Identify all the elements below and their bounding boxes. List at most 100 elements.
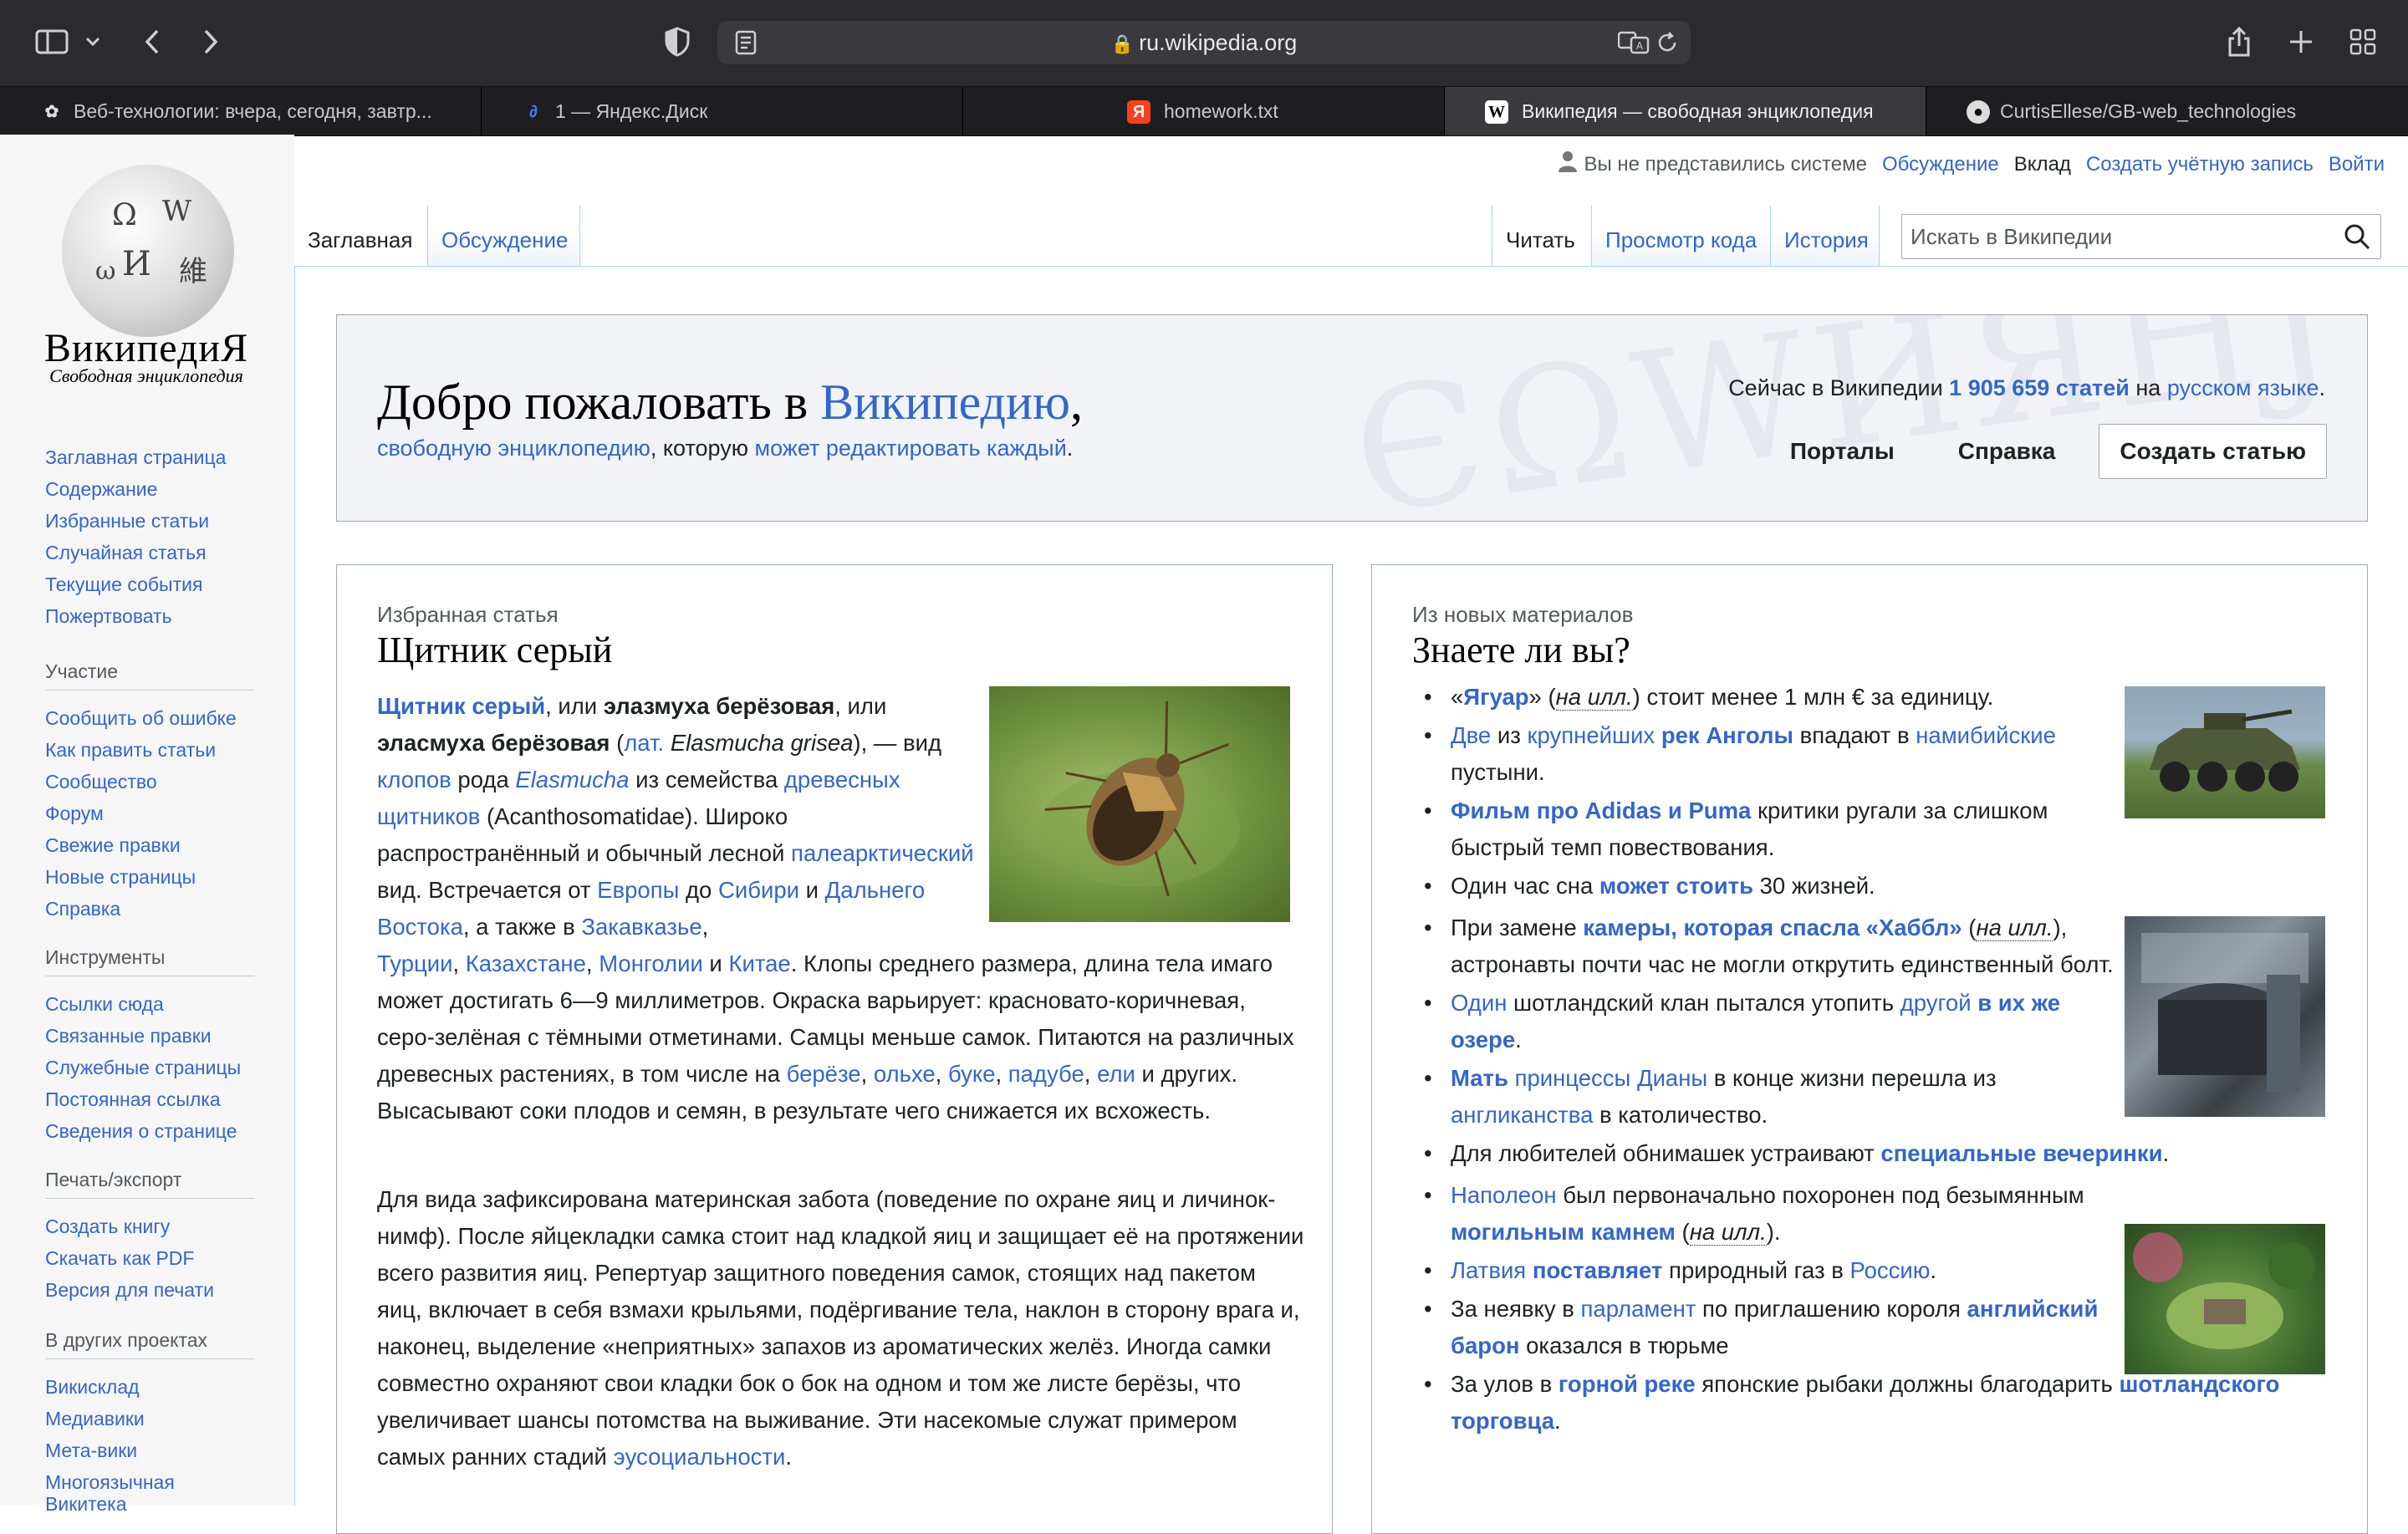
not-logged-in-text: Вы не представились системе	[1584, 152, 1867, 176]
featured-kicker: Избранная статья	[377, 602, 559, 627]
tab-main-page[interactable]: Заглавная	[294, 206, 428, 266]
tab-title: homework.txt	[1164, 100, 1278, 122]
sidebar-item-meta[interactable]: Мета-вики	[45, 1435, 254, 1466]
list-item: «Ягуар» (на илл.) стоит менее 1 млн € за…	[1412, 679, 2120, 716]
create-article-button[interactable]: Создать статью	[2099, 424, 2327, 479]
reload-icon[interactable]	[1649, 24, 1686, 61]
tab-overview-icon[interactable]	[2344, 23, 2381, 60]
portal-heading: Инструменты	[45, 946, 254, 976]
article-count: Сейчас в Википедии 1 905 659 статей на р…	[1728, 375, 2325, 400]
list-item: За неявку в парламент по приглашению кор…	[1412, 1291, 2136, 1364]
list-item: Две из крупнейших рек Анголы впадают в н…	[1412, 717, 2120, 791]
wikipedia-link[interactable]: Википедию	[820, 375, 1070, 430]
free-encyclopedia-link[interactable]: свободную энциклопедию	[377, 436, 650, 461]
sidebar-item-printable[interactable]: Версия для печати	[45, 1274, 254, 1306]
portal-heading: В других проектах	[45, 1329, 254, 1359]
sidebar-item-recent-changes[interactable]: Свежие правки	[45, 829, 254, 861]
sidebar-print: Печать/экспорт Создать книгу Скачать как…	[45, 1169, 254, 1306]
article-count-link[interactable]: 1 905 659 статей	[1949, 375, 2130, 400]
tab-read[interactable]: Читать	[1492, 206, 1592, 266]
sidebar-item-wikisource[interactable]: Многоязычная Викитека	[45, 1471, 254, 1515]
search-box[interactable]	[1901, 214, 2381, 259]
tab-view-source[interactable]: Просмотр кода	[1592, 206, 1771, 266]
list-item: Наполеон был первоначально похоронен под…	[1412, 1177, 2136, 1251]
svg-text:A: A	[1636, 40, 1644, 52]
list-item: За улов в горной реке японские рыбаки до…	[1412, 1366, 2337, 1440]
login-link[interactable]: Войти	[2329, 153, 2385, 176]
tab-history[interactable]: История	[1771, 206, 1880, 266]
sidebar-item-permanent-link[interactable]: Постоянная ссылка	[45, 1083, 254, 1115]
wikipedia-icon: W	[1485, 100, 1508, 124]
sidebar-item-download-pdf[interactable]: Скачать как PDF	[45, 1242, 254, 1274]
sidebar-item-community[interactable]: Сообщество	[45, 766, 254, 798]
sidebar-item-what-links-here[interactable]: Ссылки сюда	[45, 988, 254, 1020]
portal-heading: Печать/экспорт	[45, 1169, 254, 1199]
sidebar-item-random[interactable]: Случайная статья	[45, 537, 254, 568]
browser-tab-active[interactable]: W Википедия — свободная энциклопедия	[1445, 87, 1926, 135]
anyone-can-edit-link[interactable]: может редактировать каждый	[755, 436, 1067, 461]
sidebar-item-report-error[interactable]: Сообщить об ошибке	[45, 702, 254, 734]
sidebar-item-how-to-edit[interactable]: Как править статьи	[45, 734, 254, 766]
personal-talk-link[interactable]: Обсуждение	[1882, 153, 1999, 176]
sidebar-item-main-page[interactable]: Заглавная страница	[45, 441, 254, 473]
address-bar[interactable]: 🔒 ru.wikipedia.org A	[717, 21, 1691, 64]
help-button[interactable]: Справка	[1938, 425, 2076, 478]
dyk-title: Знаете ли вы?	[1412, 629, 1630, 670]
sidebar-item-current-events[interactable]: Текущие события	[45, 568, 254, 600]
list-item: При замене камеры, которая спасла «Хаббл…	[1412, 910, 2136, 983]
sidebar-item-new-pages[interactable]: Новые страницы	[45, 861, 254, 893]
portals-button[interactable]: Порталы	[1770, 425, 1915, 478]
russian-language-link[interactable]: русском языке	[2167, 375, 2319, 400]
sidebar-item-commons[interactable]: Викисклад	[45, 1371, 254, 1403]
sidebar-item-help[interactable]: Справка	[45, 893, 254, 925]
new-tab-plus-icon[interactable]	[2283, 23, 2319, 60]
sidebar-item-mediawiki[interactable]: Медиавики	[45, 1403, 254, 1435]
sidebar-item-forum[interactable]: Форум	[45, 798, 254, 829]
dyk-list: «Ягуар» (на илл.) стоит менее 1 млн € за…	[1412, 679, 2298, 1441]
sidebar-toggle-icon[interactable]	[33, 23, 70, 60]
sidebar-item-related-changes[interactable]: Связанные правки	[45, 1020, 254, 1052]
search-icon[interactable]	[2344, 223, 2370, 254]
shield-bug-photo[interactable]	[989, 686, 1290, 922]
yandex-icon: Я	[1127, 100, 1150, 124]
personal-contributions-link[interactable]: Вклад	[2014, 153, 2071, 176]
forward-arrow-icon[interactable]	[192, 23, 229, 60]
welcome-subtitle: свободную энциклопедию, которую может ре…	[377, 436, 1074, 461]
list-item: Латвия поставляет природный газ в Россию…	[1412, 1252, 2136, 1289]
back-arrow-icon[interactable]	[134, 23, 171, 60]
sidebar-item-donate[interactable]: Пожертвовать	[45, 600, 254, 632]
featured-title[interactable]: Щитник серый	[377, 629, 612, 671]
chevron-down-icon[interactable]	[80, 23, 105, 60]
translate-icon[interactable]: A	[1615, 24, 1652, 61]
privacy-shield-icon[interactable]	[659, 23, 696, 60]
user-icon	[1559, 150, 1578, 178]
url-text: 🔒 ru.wikipedia.org	[1110, 30, 1298, 55]
sidebar-item-special-pages[interactable]: Служебные страницы	[45, 1052, 254, 1083]
sidebar-item-page-info[interactable]: Сведения о странице	[45, 1115, 254, 1147]
browser-tab[interactable]: ∂ 1 — Яндекс.Диск	[482, 87, 963, 135]
create-account-link[interactable]: Создать учётную запись	[2086, 153, 2314, 176]
banner-background-letters: ЄΩWИЯHJ	[1342, 314, 2351, 522]
list-item: Фильм про Adidas и Puma критики ругали з…	[1412, 792, 2120, 866]
welcome-banner: ЄΩWИЯHJ Добро пожаловать в Википедию, св…	[336, 314, 2368, 522]
search-input[interactable]	[1902, 215, 2330, 258]
browser-tab[interactable]: ✿ Веб-технологии: вчера, сегодня, завтр.…	[0, 87, 482, 135]
dyk-kicker: Из новых материалов	[1412, 602, 1634, 627]
sidebar-item-contents[interactable]: Содержание	[45, 473, 254, 505]
list-item: Для любителей обнимашек устраивают специ…	[1412, 1135, 2337, 1172]
share-icon[interactable]	[2221, 23, 2258, 60]
sidebar-projects: В других проектах Викисклад Медиавики Ме…	[45, 1329, 254, 1515]
tab-title: Веб-технологии: вчера, сегодня, завтр...	[74, 100, 432, 122]
browser-tab[interactable]: ● CurtisEllese/GB-web_technologies	[1926, 87, 2408, 135]
browser-toolbar: 🔒 ru.wikipedia.org A	[0, 0, 2408, 86]
sidebar-navigation: Заглавная страница Содержание Избранные …	[45, 441, 254, 632]
featured-text-part2: Турции, Казахстане, Монголии и Китае. Кл…	[377, 950, 1294, 1124]
tab-bar: ✿ Веб-технологии: вчера, сегодня, завтр.…	[0, 86, 2408, 136]
browser-tab[interactable]: Я homework.txt	[963, 87, 1445, 135]
tab-talk[interactable]: Обсуждение	[428, 206, 580, 266]
tab-title: Википедия — свободная энциклопедия	[1522, 100, 1874, 122]
tab-title: 1 — Яндекс.Диск	[555, 100, 708, 122]
sidebar-item-featured[interactable]: Избранные статьи	[45, 505, 254, 537]
lock-icon: 🔒	[1110, 33, 1135, 54]
sidebar-item-create-book[interactable]: Создать книгу	[45, 1210, 254, 1242]
